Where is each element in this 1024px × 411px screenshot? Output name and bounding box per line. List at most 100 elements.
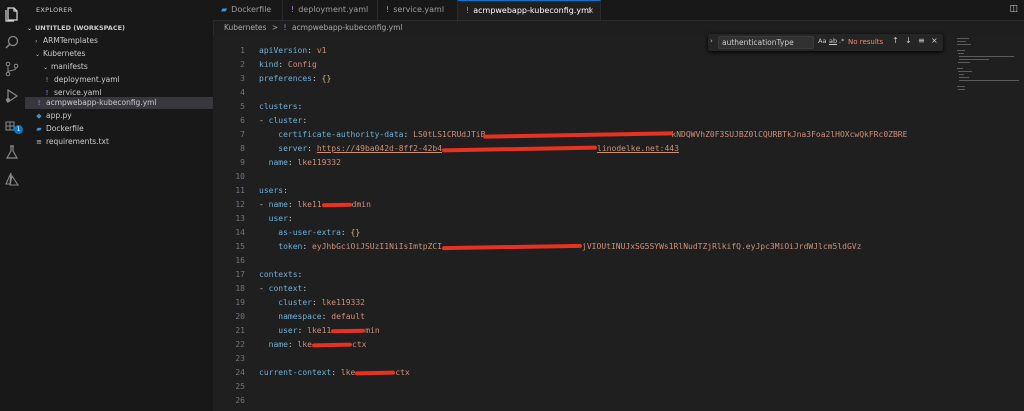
python-file-icon: ◆ (36, 112, 42, 120)
line-number: 15 (235, 242, 245, 251)
tree-folder-armtemplates[interactable]: › ARMTemplates (25, 35, 223, 47)
code-line: - cluster: (259, 116, 308, 125)
line-number: 22 (235, 340, 245, 349)
match-case-toggle[interactable]: Aa (818, 37, 826, 45)
find-in-selection-icon[interactable]: ≡ (918, 36, 925, 45)
line-number: 18 (235, 284, 245, 293)
chevron-down-icon: ⌄ (27, 25, 33, 32)
tree-file-app-py[interactable]: ◆ app.py (25, 110, 223, 122)
line-number: 10 (235, 172, 245, 181)
code-line: name: lke ctx (268, 340, 367, 349)
code-line: namespace: default (278, 312, 365, 321)
match-word-toggle[interactable]: ab (829, 37, 837, 45)
tree-file-kubeconfig[interactable]: ! acmpwebapp-kubeconfig.yml (25, 97, 223, 109)
yaml-file-icon: ! (37, 99, 41, 107)
yaml-file-icon: ! (283, 23, 287, 32)
code-line: user: (268, 214, 293, 223)
code-line: apiVersion: v1 (259, 46, 327, 55)
search-icon[interactable] (4, 34, 20, 50)
yaml-file-icon: ! (45, 76, 49, 84)
line-number: 6 (240, 116, 245, 125)
yaml-file-icon: ! (466, 6, 470, 15)
line-number: 9 (240, 158, 245, 167)
azure-icon[interactable] (4, 171, 20, 187)
chevron-right-icon[interactable]: › (710, 37, 713, 45)
line-number: 14 (235, 228, 245, 237)
line-number: 20 (235, 312, 245, 321)
tree-file-dockerfile[interactable]: ▰ Dockerfile (25, 123, 223, 135)
line-number: 12 (235, 200, 245, 209)
breadcrumb-sep: > (271, 23, 279, 32)
line-number: 11 (235, 186, 245, 195)
activity-bar: 1 (0, 0, 25, 411)
code-line: users: (259, 186, 288, 195)
breadcrumb-file[interactable]: acmpwebapp-kubeconfig.yml (292, 23, 403, 32)
files-icon[interactable] (4, 6, 20, 22)
tree-file-deployment-yaml[interactable]: ! deployment.yaml (25, 74, 231, 86)
close-icon[interactable]: × (931, 36, 938, 45)
line-number: 3 (240, 74, 245, 83)
code-line: preferences: {} (259, 74, 332, 83)
run-debug-icon[interactable] (4, 88, 20, 104)
docker-file-icon: ▰ (36, 125, 42, 133)
code-editor[interactable]: 1 2 3 4 5 6 7 8 9 10 11 12 13 14 15 16 17 18 19 20 21 22 23 24 2… (213, 35, 1024, 411)
arrow-up-icon[interactable]: ↑ (892, 36, 899, 45)
docker-file-icon: ▰ (221, 5, 228, 14)
line-number: 7 (240, 130, 245, 139)
line-number: 26 (235, 396, 245, 405)
regex-toggle[interactable]: .* (839, 37, 844, 45)
code-line: current-context: lke ctx (259, 368, 410, 377)
minimap[interactable] (953, 35, 1024, 95)
code-line: cluster: lke119332 (278, 298, 365, 307)
line-number: 19 (235, 298, 245, 307)
code-line: clusters: (259, 102, 303, 111)
code-line: kind: Config (259, 60, 317, 69)
code-line: - name: lke11 dmin (259, 200, 371, 209)
source-control-icon[interactable] (4, 61, 20, 77)
line-number: 24 (235, 368, 245, 377)
code-line: - context: (259, 284, 308, 293)
tree-file-requirements[interactable]: ≡ requirements.txt (25, 136, 223, 148)
breadcrumb: Kubernetes > ! acmpwebapp-kubeconfig.yml (224, 21, 402, 35)
tab-service-yaml[interactable]: ! service.yaml (378, 0, 458, 20)
code-line: server: https://49ba042d-8ff2-42b4 linode… (278, 144, 679, 153)
code-line: user: lke11 min (278, 326, 380, 335)
testing-icon[interactable] (4, 144, 20, 160)
extensions-icon[interactable]: 1 (4, 116, 23, 134)
tab-kubeconfig[interactable]: ! acmpwebapp-kubeconfig.yml × (458, 0, 601, 20)
code-line: certificate-authority-data: LS0tLS1CRUdJ… (278, 130, 908, 139)
extensions-badge: 1 (14, 125, 23, 134)
workspace-header[interactable]: ⌄ UNTITLED (WORKSPACE) (25, 22, 215, 34)
editor-tabs: ▰ Dockerfile ! deployment.yaml ! service.ya… (213, 0, 1024, 21)
line-number: 5 (240, 102, 245, 111)
line-number: 16 (235, 256, 245, 265)
chevron-down-icon: ⌄ (43, 64, 49, 71)
code-line: contexts: (259, 270, 303, 279)
close-icon[interactable]: × (587, 1, 594, 21)
arrow-down-icon[interactable]: ↓ (905, 36, 912, 45)
code-line: as-user-extra: {} (278, 228, 361, 237)
find-result-status: No results (848, 38, 884, 46)
code-line: name: lke119332 (268, 158, 341, 167)
line-number: 25 (235, 382, 245, 391)
find-input[interactable] (718, 36, 814, 49)
find-widget: › Aa ab .* No results ↑ ↓ ≡ × (708, 34, 943, 51)
line-number: 4 (240, 88, 245, 97)
line-number: 8 (240, 144, 245, 153)
chevron-down-icon: ⌄ (35, 51, 41, 58)
chevron-right-icon: › (35, 38, 38, 45)
breadcrumb-folder[interactable]: Kubernetes (224, 23, 266, 32)
explorer-title: EXPLORER (36, 6, 73, 14)
explorer-sidebar: EXPLORER ⌄ UNTITLED (WORKSPACE) › ARMTempl… (25, 0, 223, 411)
tree-folder-manifests[interactable]: ⌄ manifests (25, 61, 231, 73)
line-number: 13 (235, 214, 245, 223)
line-number: 1 (240, 46, 245, 55)
tab-deployment-yaml[interactable]: ! deployment.yaml (283, 0, 378, 20)
line-number: 17 (235, 270, 245, 279)
tab-dockerfile[interactable]: ▰ Dockerfile (213, 0, 283, 20)
code-line: token: eyJhbGciOiJSUzI1NiIsImtpZCI jVIOUt… (278, 242, 862, 251)
line-number: 23 (235, 354, 245, 363)
tree-folder-kubernetes[interactable]: ⌄ Kubernetes (25, 48, 223, 60)
split-editor-icon[interactable]: ◫ (1009, 4, 1018, 14)
line-number: 21 (235, 326, 245, 335)
